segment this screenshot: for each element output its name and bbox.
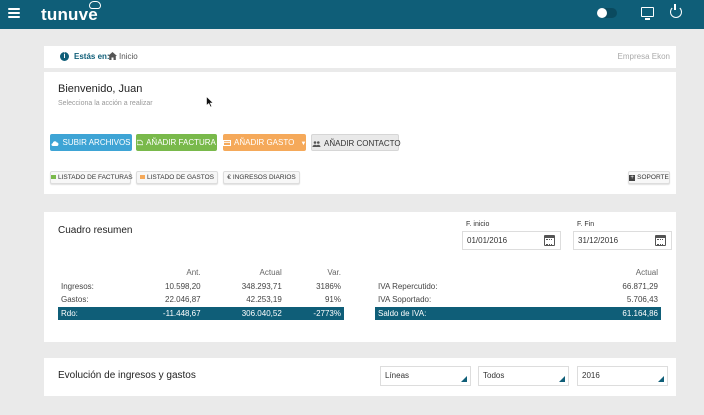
table-cell: 42.253,19 xyxy=(246,295,282,305)
table-row: Gastos: 22.046,87 42.253,19 91% xyxy=(58,293,344,307)
daily-income-button[interactable]: € INGRESOS DIARIOS xyxy=(223,171,300,184)
upload-files-button[interactable]: SUBIR ARCHIVOS xyxy=(50,134,132,151)
result-row: Rdo: -11.448,67 306.040,52 -2773% xyxy=(58,306,344,320)
table-cell: 5.706,43 xyxy=(626,295,658,305)
table-row: Ingresos: 10.598,20 348.293,71 3186% xyxy=(58,280,344,294)
year-select[interactable]: 2016 xyxy=(577,366,668,386)
expense-list-label: LISTADO DE GASTOS xyxy=(147,174,214,181)
table-cell: IVA Soportado: xyxy=(378,295,432,305)
breadcrumb-home-link[interactable]: Inicio xyxy=(119,52,138,61)
invoice-list-icon xyxy=(51,175,56,179)
calendar-icon[interactable] xyxy=(544,235,555,246)
start-date-value: 01/01/2016 xyxy=(467,236,508,245)
table-header-cell xyxy=(375,266,550,280)
table-cell: 61.164,86 xyxy=(549,306,661,320)
evolution-panel: Evolución de ingresos y gastos Líneas To… xyxy=(44,358,676,396)
expense-list-icon xyxy=(140,175,146,179)
invoice-list-label: LISTADO DE FACTURAS xyxy=(58,174,133,181)
filter-value: Todos xyxy=(483,371,505,380)
table-cell: Ingresos: xyxy=(61,281,94,291)
top-bar: tunuve xyxy=(0,0,704,29)
table-cell: Gastos: xyxy=(61,295,89,305)
table-cell: 91% xyxy=(324,295,341,305)
support-button[interactable]: + SOPORTE xyxy=(628,171,670,184)
table-cell: 348.293,71 xyxy=(241,281,282,291)
breadcrumb-label: Estás en: xyxy=(74,52,110,61)
start-date-label: F. inicio xyxy=(466,221,490,228)
monitor-icon[interactable] xyxy=(641,7,654,20)
cloud-icon xyxy=(89,1,101,9)
vat-table: Actual IVA Repercutido: 66.871,29 IVA So… xyxy=(375,266,661,320)
file-icon xyxy=(137,139,144,146)
table-row: IVA Soportado: 5.706,43 xyxy=(375,293,661,307)
company-name: Empresa Ekon xyxy=(617,52,670,61)
breadcrumb: i Estás en: Inicio Empresa Ekon xyxy=(44,46,676,68)
table-cell: 10.598,20 xyxy=(165,281,201,291)
income-expense-table: Ant. Actual Var. Ingresos: 10.598,20 348… xyxy=(58,266,344,320)
credit-card-icon xyxy=(223,140,231,146)
welcome-subtitle: Selecciona la acción a realizar xyxy=(58,100,153,107)
end-date-value: 31/12/2016 xyxy=(578,236,619,245)
add-contact-button[interactable]: AÑADIR CONTACTO xyxy=(311,134,401,151)
year-value: 2016 xyxy=(582,371,600,380)
menu-icon[interactable] xyxy=(8,8,20,18)
table-header: Actual xyxy=(375,266,661,280)
chart-type-select[interactable]: Líneas xyxy=(380,366,471,386)
table-cell: IVA Repercutido: xyxy=(378,281,438,291)
table-header-cell: Var. xyxy=(327,268,341,278)
table-cell: 66.871,29 xyxy=(622,281,658,291)
add-expense-label: AÑADIR GASTO xyxy=(234,138,295,147)
table-header-cell xyxy=(58,266,127,280)
add-invoice-label: AÑADIR FACTURA xyxy=(146,138,216,147)
table-header: Ant. Actual Var. xyxy=(58,266,344,280)
add-invoice-button[interactable]: AÑADIR FACTURA xyxy=(136,134,217,151)
mouse-cursor-icon xyxy=(206,96,214,108)
welcome-title: Bienvenido, Juan xyxy=(58,83,143,95)
theme-toggle[interactable] xyxy=(597,8,617,18)
add-contact-label: AÑADIR CONTACTO xyxy=(324,139,401,148)
home-icon xyxy=(108,52,117,60)
table-header-cell: Ant. xyxy=(186,268,201,278)
calendar-icon[interactable] xyxy=(655,235,666,246)
plus-square-icon: + xyxy=(629,175,636,181)
table-cell: -11.448,67 xyxy=(126,306,204,320)
summary-title: Cuadro resumen xyxy=(58,225,133,236)
table-cell: 306.040,52 xyxy=(203,306,285,320)
start-date-input[interactable]: 01/01/2016 xyxy=(462,231,561,250)
support-label: SOPORTE xyxy=(637,174,669,181)
invoice-list-button[interactable]: LISTADO DE FACTURAS xyxy=(50,171,133,184)
table-cell: Rdo: xyxy=(58,306,127,320)
end-date-label: F. Fin xyxy=(577,221,595,228)
power-icon[interactable] xyxy=(670,4,682,18)
users-icon xyxy=(312,141,321,147)
expense-list-button[interactable]: LISTADO DE GASTOS xyxy=(136,171,218,184)
cloud-upload-icon xyxy=(51,141,59,146)
info-icon: i xyxy=(60,52,69,61)
table-header-cell: Actual xyxy=(635,268,658,278)
table-cell: -2773% xyxy=(284,306,344,320)
welcome-panel: Bienvenido, Juan Selecciona la acción a … xyxy=(44,72,676,194)
table-cell: Saldo de IVA: xyxy=(375,306,550,320)
add-expense-button[interactable]: AÑADIR GASTO ▼ xyxy=(223,134,307,151)
table-cell: 22.046,87 xyxy=(165,295,201,305)
upload-files-label: SUBIR ARCHIVOS xyxy=(62,138,131,147)
euro-icon: € xyxy=(227,174,231,181)
evolution-title: Evolución de ingresos y gastos xyxy=(58,370,196,381)
end-date-input[interactable]: 31/12/2016 xyxy=(573,231,672,250)
caret-down-icon: ▼ xyxy=(300,141,307,147)
chart-type-value: Líneas xyxy=(385,371,410,380)
filter-select[interactable]: Todos xyxy=(478,366,569,386)
table-cell: 3186% xyxy=(316,281,341,291)
summary-panel: Cuadro resumen F. inicio 01/01/2016 F. F… xyxy=(44,212,676,342)
daily-income-label: INGRESOS DIARIOS xyxy=(232,174,296,181)
vat-balance-row: Saldo de IVA: 61.164,86 xyxy=(375,306,661,320)
table-header-cell: Actual xyxy=(259,268,282,278)
table-row: IVA Repercutido: 66.871,29 xyxy=(375,280,661,294)
